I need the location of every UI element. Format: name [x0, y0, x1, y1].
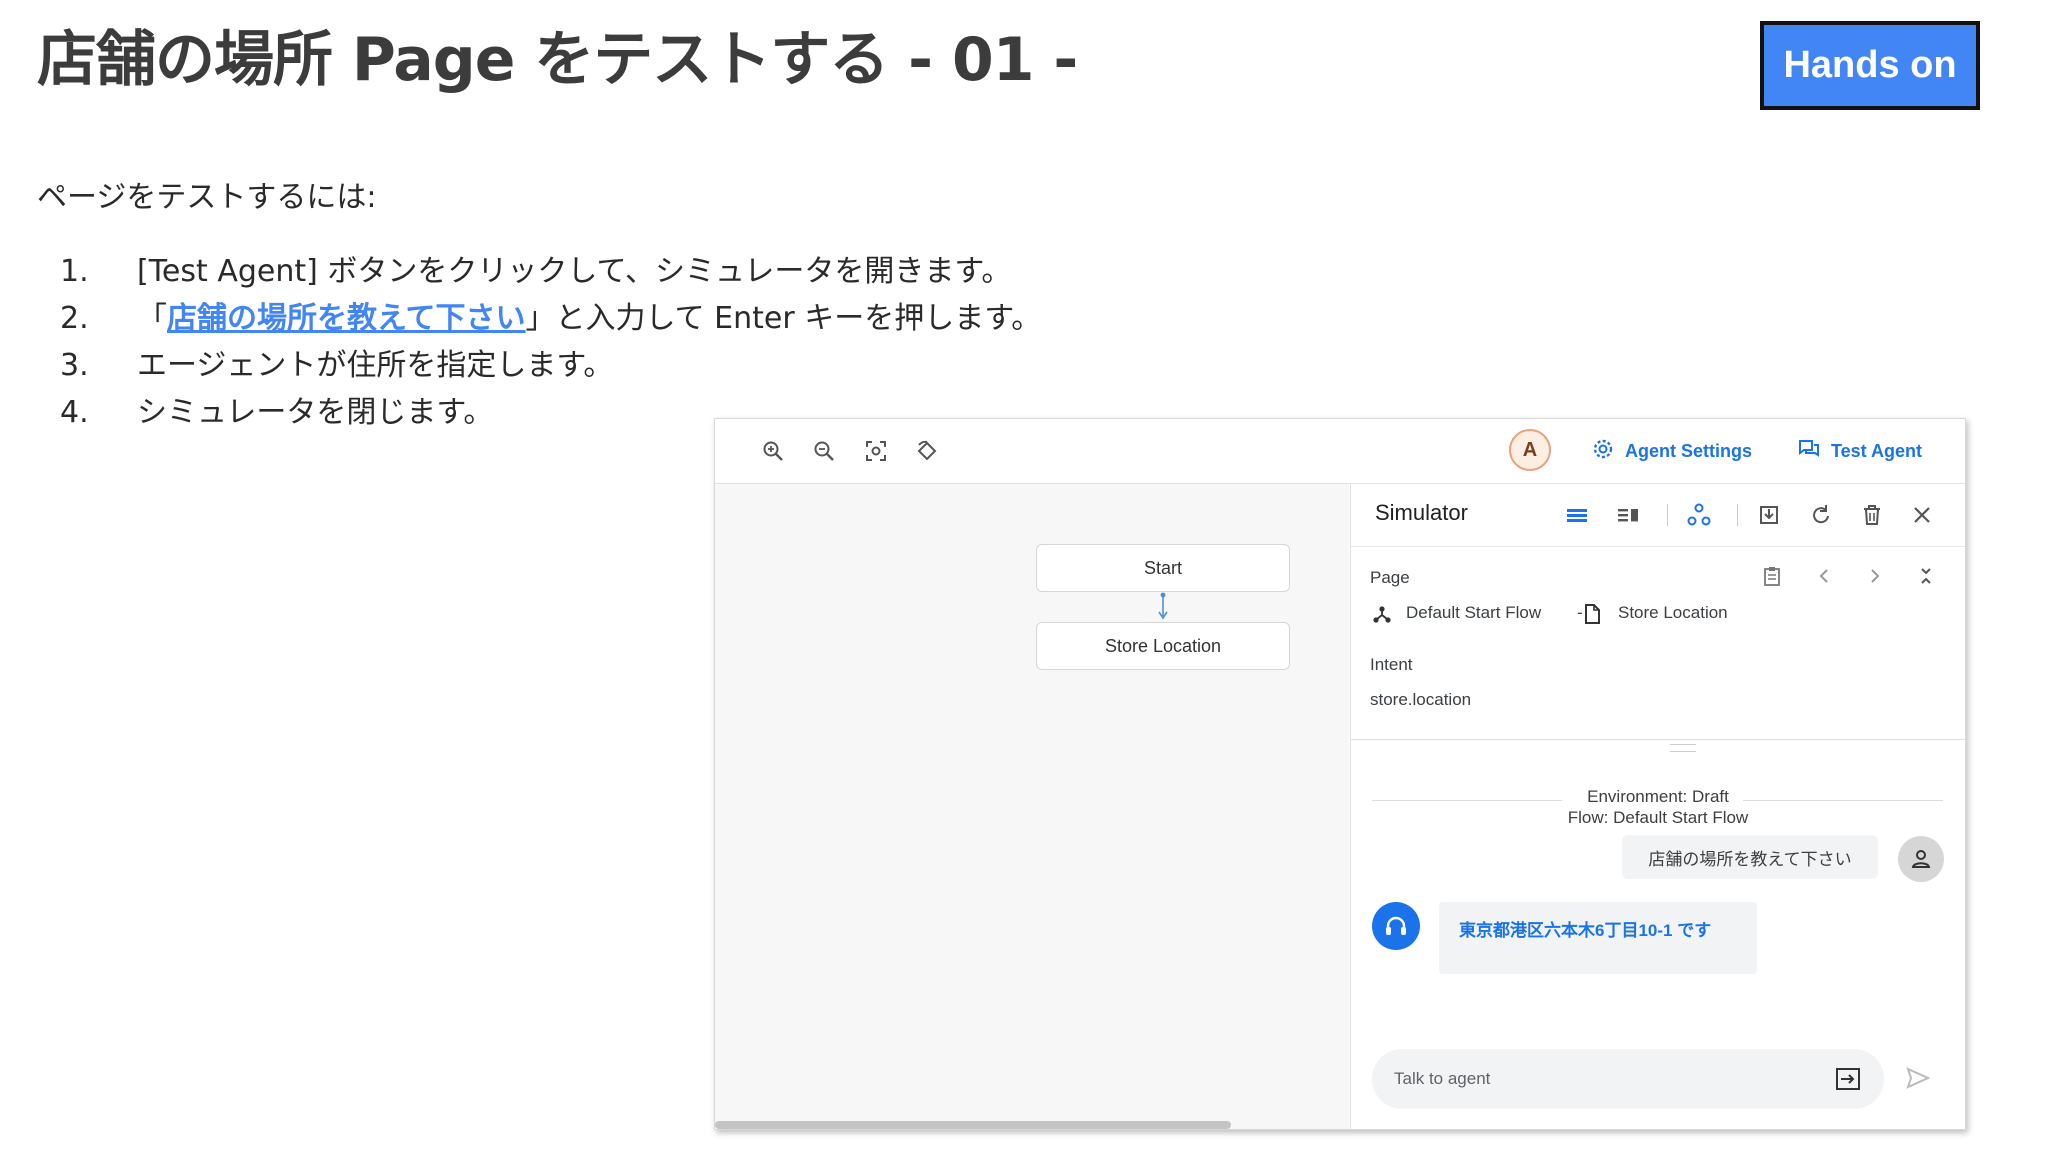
- chat-icon: [1797, 437, 1821, 466]
- step-number: 3.: [60, 348, 89, 383]
- collapse-icon[interactable]: [1912, 562, 1940, 590]
- test-agent-link[interactable]: Test Agent: [1797, 438, 1922, 464]
- zoom-out-icon[interactable]: [810, 437, 838, 465]
- step-number: 1.: [60, 254, 89, 289]
- slide-title: 店舗の場所 Page をテストする - 01 -: [37, 25, 1078, 95]
- intro-text: ページをテストするには:: [37, 180, 377, 215]
- zoom-in-icon[interactable]: [759, 437, 787, 465]
- step-text-suffix: 」と入力して Enter キーを押します。: [525, 301, 1042, 336]
- reset-icon[interactable]: [1807, 501, 1835, 529]
- step-number: 4.: [60, 395, 89, 430]
- reset-rotate-icon[interactable]: [913, 437, 941, 465]
- fit-screen-icon[interactable]: [862, 437, 890, 465]
- step-number: 2.: [60, 301, 89, 336]
- step-text: エージェントが住所を指定します。: [137, 348, 614, 383]
- panel-divider: [1351, 739, 1965, 740]
- chevron-left-icon[interactable]: [1810, 562, 1838, 590]
- horizontal-scrollbar[interactable]: [715, 1121, 1231, 1129]
- agent-settings-label: Agent Settings: [1625, 440, 1753, 461]
- store-location-node[interactable]: Store Location: [1036, 622, 1290, 670]
- flow-icon: [1368, 600, 1396, 628]
- avatar[interactable]: A: [1509, 429, 1551, 471]
- talk-to-agent-input[interactable]: Talk to agent: [1372, 1049, 1884, 1109]
- toolbar-separator: [1737, 504, 1738, 526]
- environment-label: Environment: Draft: [1587, 787, 1729, 806]
- resize-handle[interactable]: [1670, 744, 1696, 752]
- chevron-right-icon[interactable]: [1861, 562, 1889, 590]
- simulator-title: Simulator: [1375, 500, 1468, 525]
- agent-headset-icon: [1372, 902, 1420, 950]
- page-label: Page: [1370, 568, 1410, 587]
- simulator-header: Simulator: [1351, 484, 1965, 547]
- console-toolbar: A Agent Settings Test Agent: [715, 419, 1965, 484]
- intent-label: Intent: [1370, 655, 1413, 674]
- list-view-icon[interactable]: [1563, 501, 1591, 529]
- flow-canvas[interactable]: Start Store Location: [715, 484, 1349, 1129]
- clipboard-icon[interactable]: [1758, 562, 1786, 590]
- delete-icon[interactable]: [1858, 501, 1886, 529]
- input-placeholder: Talk to agent: [1394, 1069, 1491, 1088]
- test-agent-label: Test Agent: [1831, 440, 1923, 461]
- agent-message: 東京都港区六本木6丁目10-1 です: [1439, 902, 1757, 974]
- gear-icon: [1591, 437, 1615, 466]
- flow-connector: [1158, 592, 1168, 620]
- flow-name: Default Start Flow: [1406, 603, 1542, 622]
- page-name: Store Location: [1618, 603, 1728, 622]
- flow-info-label: Flow: Default Start Flow: [1567, 808, 1749, 827]
- split-view-icon[interactable]: [1614, 501, 1642, 529]
- toolbar-separator: [1667, 504, 1668, 526]
- send-icon[interactable]: [1904, 1064, 1932, 1092]
- user-icon: [1898, 836, 1944, 882]
- hands-on-badge: Hands on: [1760, 21, 1980, 110]
- environment-info: Environment: Draft Flow: Default Start F…: [1351, 786, 1965, 828]
- intent-value: store.location: [1370, 690, 1472, 709]
- console-screenshot: A Agent Settings Test Agent Start Store …: [714, 418, 1966, 1130]
- step-bracket-open: 「: [137, 301, 167, 336]
- enter-icon[interactable]: [1834, 1066, 1862, 1097]
- step-text: シミュレータを閉じます。: [137, 395, 494, 430]
- download-icon[interactable]: [1755, 501, 1783, 529]
- step-link[interactable]: 店舗の場所を教えて下さい: [167, 301, 526, 336]
- user-message: 店舗の場所を教えて下さい: [1622, 835, 1878, 879]
- page-icon: [1578, 600, 1606, 628]
- step-text: [Test Agent] ボタンをクリックして、シミュレータを開きます。: [137, 254, 1012, 289]
- close-icon[interactable]: [1908, 501, 1936, 529]
- start-node[interactable]: Start: [1036, 544, 1290, 592]
- step-text: 「店舗の場所を教えて下さい」と入力して Enter キーを押します。: [137, 295, 1041, 342]
- agent-settings-link[interactable]: Agent Settings: [1591, 438, 1752, 464]
- graph-icon[interactable]: [1685, 501, 1713, 529]
- simulator-panel: Simulator Page Default Start Flow - Stor…: [1350, 484, 1965, 1129]
